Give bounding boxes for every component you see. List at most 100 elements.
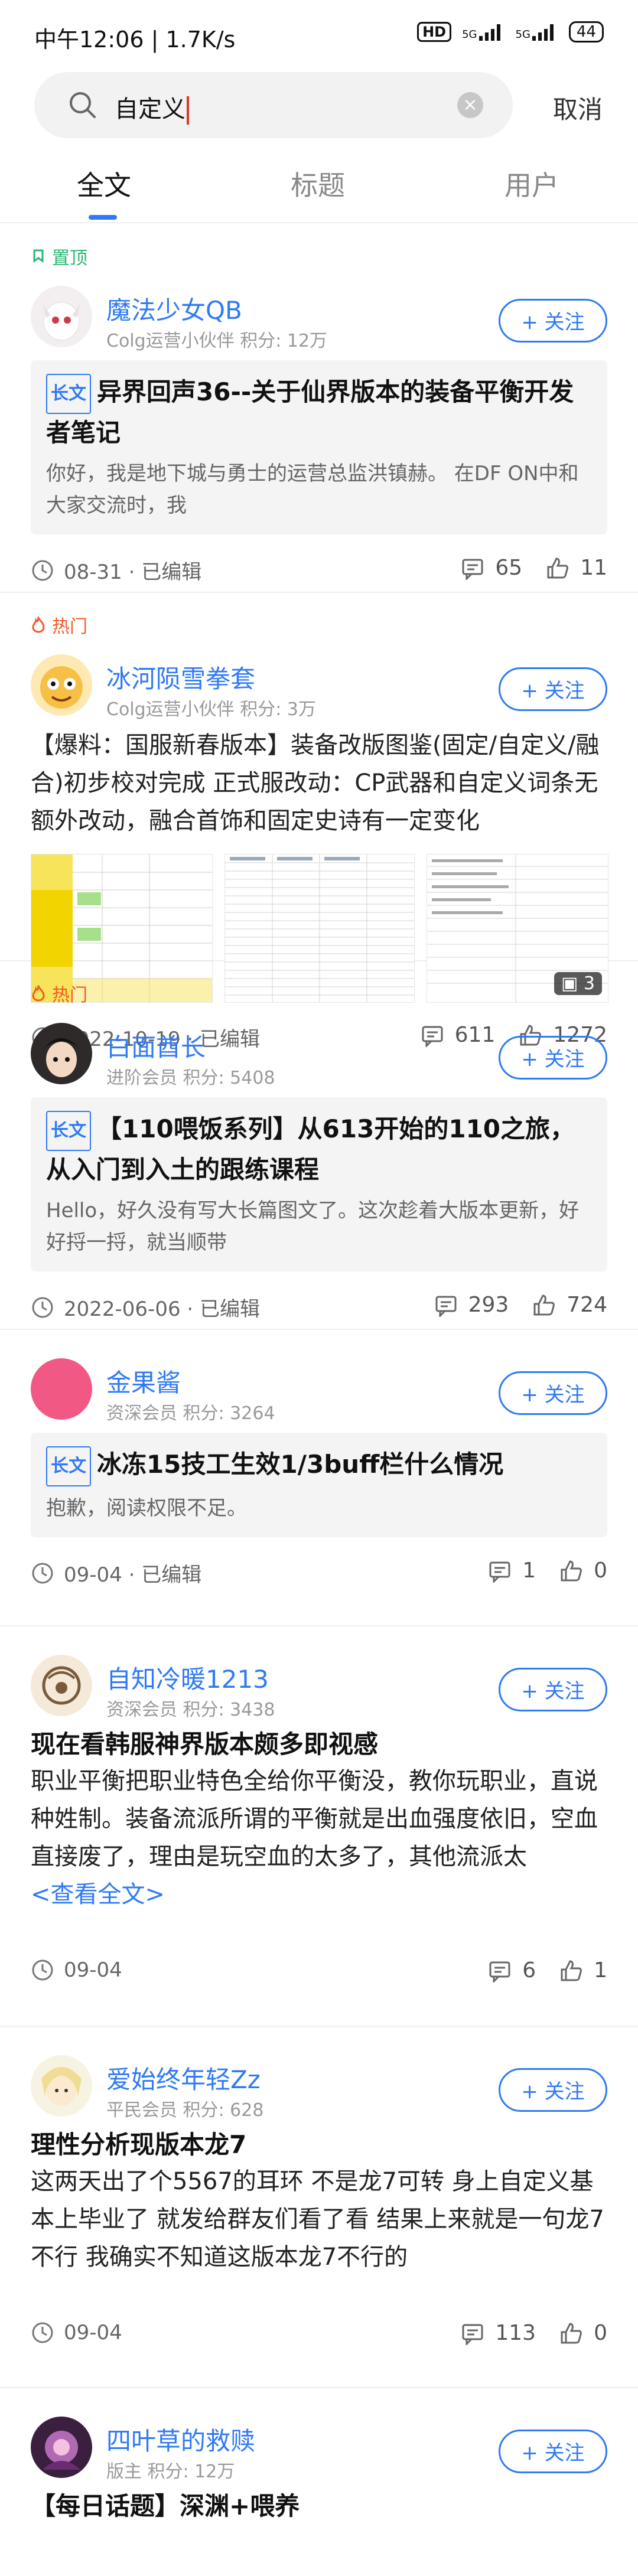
hot-label: 热门 (31, 593, 607, 638)
clock-icon (32, 1563, 53, 1583)
follow-button[interactable]: + 关注 (499, 1668, 607, 1711)
avatar[interactable] (31, 2417, 92, 2478)
comment-count[interactable]: 65 (461, 556, 522, 580)
author-meta: 平民会员 积分: 628 (106, 2100, 264, 2121)
thumbs-up-icon (547, 557, 569, 578)
post-item[interactable]: 金果酱 资深会员 积分: 3264 + 关注 长文 冰冻15技工生效1/3buff… (0, 1342, 638, 1626)
author-name[interactable]: 冰河陨雪拳套 (106, 659, 255, 695)
author-meta: 版主 积分: 12万 (106, 2461, 235, 2482)
comment-count[interactable]: 1 (488, 1558, 536, 1583)
post-item[interactable]: 置顶 魔法少女QB Colg运营小伙伴 积分: 12万 + 关注 长文 异界回声3… (0, 224, 638, 593)
like-count[interactable]: 0 (559, 1558, 607, 1583)
search-icon (67, 90, 98, 120)
follow-button[interactable]: + 关注 (499, 1371, 607, 1415)
post-stats: 293 724 (411, 1293, 607, 1317)
post-item[interactable]: 爱始终年轻Zz 平民会员 积分: 628 + 关注 理性分析现版本龙7 这两天出… (0, 2039, 638, 2388)
thumbs-up-icon (533, 1294, 555, 1315)
clock-icon (32, 1959, 53, 1981)
comment-icon (489, 1561, 510, 1583)
author-name[interactable]: 魔法少女QB (106, 291, 242, 327)
follow-button[interactable]: + 关注 (499, 2068, 607, 2112)
article-box[interactable]: 长文 【110喂饭系列】从613开始的110之旅，从入门到入土的跟练课程 Hell… (31, 1097, 607, 1271)
post-stats: 65 11 (437, 556, 607, 580)
search-tabs: 全文 标题 用户 (0, 158, 638, 223)
post-body: 这两天出了个5567的耳环 不是龙7可转 身上自定义基本上毕业了 就发给群友们看… (31, 2168, 604, 2271)
pinned-label: 置顶 (31, 224, 607, 269)
fire-icon (32, 985, 45, 1002)
post-title: 长文 异界回声36--关于仙界版本的装备平衡开发者笔记 (46, 373, 592, 452)
avatar[interactable] (31, 654, 92, 716)
comment-icon (462, 2324, 483, 2345)
post-title: 【每日话题】深渊+喂养 (31, 2492, 300, 2520)
post-stats: 113 0 (437, 2321, 607, 2345)
thumbs-up-icon (561, 2322, 582, 2343)
post-footer: 09-04 · 已编辑 1 0 (31, 1537, 607, 1608)
comment-count[interactable]: 293 (434, 1293, 509, 1317)
tab-fulltext[interactable]: 全文 (77, 164, 131, 203)
author-name[interactable]: 金果酱 (106, 1363, 181, 1399)
author-name[interactable]: 爱始终年轻Zz (106, 2060, 261, 2096)
follow-button[interactable]: + 关注 (499, 667, 607, 711)
clock-icon (32, 2322, 53, 2343)
hd-icon: HD (417, 22, 452, 42)
post-title: 理性分析现版本龙7 (31, 2130, 247, 2159)
signal-icon-2: 5G (516, 23, 558, 41)
clear-icon[interactable]: × (457, 92, 483, 118)
fire-icon (32, 617, 45, 633)
post-time: 09-04 (31, 2321, 122, 2345)
author-row: 金果酱 资深会员 积分: 3264 + 关注 (31, 1342, 607, 1430)
clock-icon (32, 560, 53, 581)
avatar[interactable] (31, 286, 92, 347)
article-box[interactable]: 长文 冰冻15技工生效1/3buff栏什么情况 抱歉，阅读权限不足。 (31, 1433, 607, 1537)
long-article-badge: 长文 (46, 374, 91, 414)
comment-count[interactable]: 113 (461, 2321, 536, 2345)
post-time: 2022-06-06 · 已编辑 (31, 1293, 260, 1322)
comment-icon (462, 559, 483, 580)
follow-button[interactable]: + 关注 (499, 1036, 607, 1080)
comment-icon (435, 1296, 457, 1317)
cancel-button[interactable]: 取消 (553, 90, 603, 126)
like-count[interactable]: 724 (532, 1293, 607, 1317)
author-name[interactable]: 白面酋长 (106, 1028, 206, 1064)
post-item[interactable]: 热门 冰河陨雪拳套 Colg运营小伙伴 积分: 3万 + 关注 【爆料：国服新春… (0, 593, 638, 1051)
author-meta: 进阶会员 积分: 5408 (106, 1068, 275, 1088)
read-more-link[interactable]: <查看全文> (31, 1876, 607, 1913)
author-row: 白面酋长 进阶会员 积分: 5408 + 关注 (31, 1006, 607, 1095)
like-count[interactable]: 1 (559, 1958, 607, 1982)
post-title: 现在看韩服神界版本颇多即视感 (31, 1730, 379, 1759)
author-name[interactable]: 四叶草的救赎 (106, 2421, 255, 2457)
post-title: 长文 冰冻15技工生效1/3buff栏什么情况 (46, 1446, 592, 1486)
hot-label: 热门 (31, 961, 607, 1006)
post-footer: 09-04 6 1 (31, 1937, 607, 2008)
follow-button[interactable]: + 关注 (499, 2430, 607, 2473)
post-body: 职业平衡把职业特色全给你平衡没，教你玩职业，直说种姓制。装备流派所谓的平衡就是出… (31, 1768, 598, 1870)
avatar[interactable] (31, 1023, 92, 1084)
text-caret (187, 96, 189, 125)
avatar[interactable] (31, 1655, 92, 1716)
author-name[interactable]: 自知冷暖1213 (106, 1659, 269, 1695)
like-count[interactable]: 11 (546, 556, 607, 580)
article-box[interactable]: 长文 异界回声36--关于仙界版本的装备平衡开发者笔记 你好，我是地下城与勇士的运… (31, 360, 607, 534)
avatar[interactable] (31, 1358, 92, 1420)
search-input[interactable]: 自定义 × (34, 72, 513, 138)
like-count[interactable]: 0 (559, 2321, 607, 2345)
comment-count[interactable]: 6 (488, 1958, 536, 1982)
post-item[interactable]: 热门 白面酋长 进阶会员 积分: 5408 + 关注 长文 【110喂饭系列】从6… (0, 961, 638, 1330)
post-item[interactable]: 四叶草的救赎 版主 积分: 12万 + 关注 【每日话题】深渊+喂养 (0, 2400, 638, 2542)
post-title: 长文 【110喂饭系列】从613开始的110之旅，从入门到入土的跟练课程 (46, 1110, 592, 1189)
active-tab-indicator (89, 215, 117, 220)
avatar[interactable] (31, 2055, 92, 2117)
post-time: 09-04 · 已编辑 (31, 1558, 201, 1587)
author-meta: Colg运营小伙伴 积分: 12万 (106, 331, 328, 351)
tab-title[interactable]: 标题 (291, 164, 345, 203)
post-item[interactable]: 自知冷暖1213 资深会员 积分: 3438 + 关注 现在看韩服神界版本颇多即… (0, 1638, 638, 2027)
thumbs-up-icon (561, 1959, 582, 1981)
post-footer: 2022-06-06 · 已编辑 293 724 (31, 1271, 607, 1342)
clock-icon (32, 1297, 53, 1318)
tab-users[interactable]: 用户 (504, 164, 559, 203)
post-time: 08-31 · 已编辑 (31, 556, 201, 585)
author-meta: 资深会员 积分: 3264 (106, 1403, 275, 1424)
follow-button[interactable]: + 关注 (499, 299, 607, 343)
post-time: 09-04 (31, 1958, 122, 1982)
status-bar: 中午12:06 | 1.7K/s HD 5G 5G 44 (0, 0, 638, 71)
